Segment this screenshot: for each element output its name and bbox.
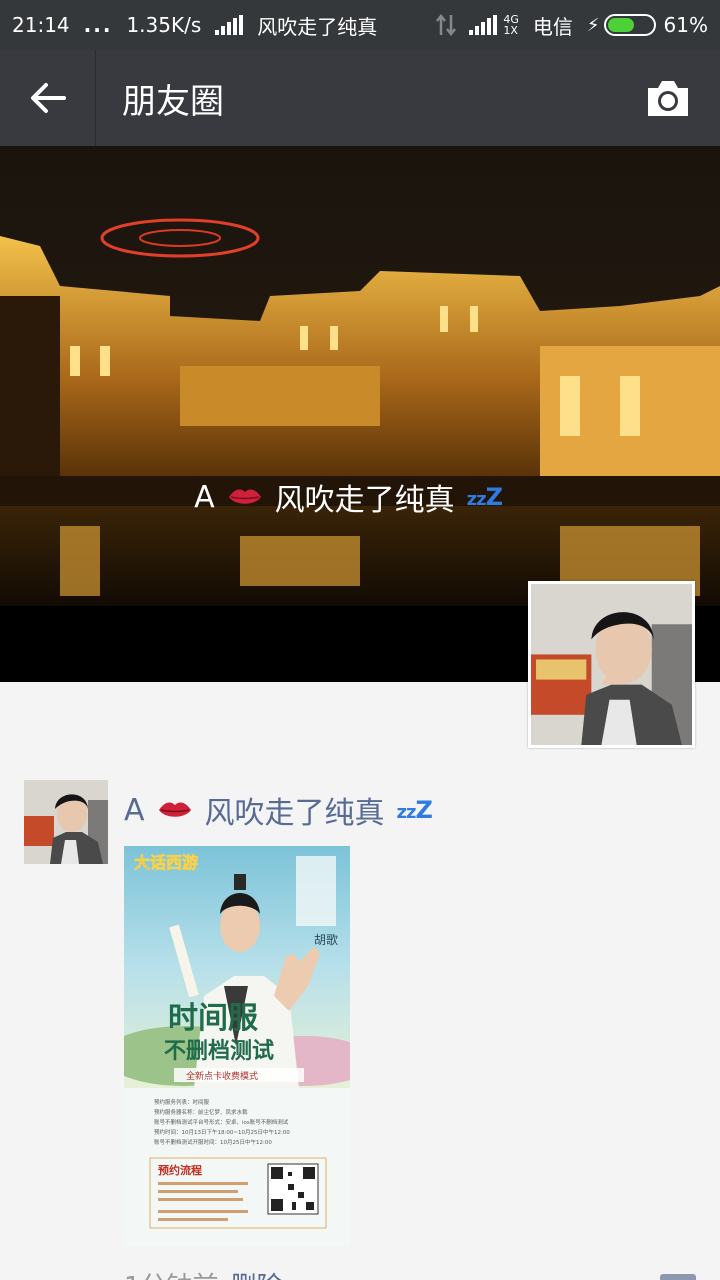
poster-endorser: 胡歌 xyxy=(314,932,338,947)
network-type: 4G 1X xyxy=(503,13,519,37)
profile-avatar[interactable] xyxy=(528,581,695,748)
poster-detail-line: 账号不删档测试平台号形式：安卓、ios账号不删档测试 xyxy=(154,1118,289,1126)
battery-icon xyxy=(603,14,656,36)
poster-subheadline: 不删档测试 xyxy=(164,1039,274,1064)
camera-icon[interactable] xyxy=(644,76,692,120)
sleep-zzz-icon: zzZ xyxy=(396,796,433,824)
back-button[interactable] xyxy=(0,50,96,146)
status-carrier: 电信 xyxy=(532,14,573,39)
sleep-zzz-icon: zzZ xyxy=(466,483,503,511)
battery-percent: 61% xyxy=(663,13,708,37)
poster-headline: 时间服 xyxy=(168,1001,259,1036)
post-username[interactable]: A 风吹走了纯真 zzZ xyxy=(124,788,433,832)
post-time: 1分钟前 xyxy=(124,1272,219,1280)
lips-icon xyxy=(158,802,191,817)
status-bar: 21:14 ... 1.35K/s 风吹走了纯真 4G 1X 电信 ⚡ 61% xyxy=(0,0,720,50)
poster-game-logo: 大话西游 xyxy=(134,853,198,872)
post-image-poster[interactable]: 胡歌 大话西游 时间服 不删档测试 全新点卡收费模式 预约服务列表：时间服 预约… xyxy=(124,846,350,1246)
post-footer: 1分钟前 删除 xyxy=(124,1266,720,1280)
status-time: 21:14 xyxy=(12,13,70,37)
poster-detail-line: 预约服务列表：时间服 xyxy=(154,1098,210,1106)
poster-artwork: 胡歌 大话西游 时间服 不删档测试 全新点卡收费模式 预约服务列表：时间服 预约… xyxy=(124,846,350,1246)
back-arrow-icon xyxy=(30,83,66,113)
poster-detail-line: 预约时间：10月13日下午18:00~10月25日中午12:00 xyxy=(154,1128,290,1136)
page-title: 朋友圈 xyxy=(122,81,224,122)
cover-photo[interactable] xyxy=(0,146,720,606)
lips-icon xyxy=(228,489,261,504)
poster-detail-line: 预约服务器名称：前尘忆梦、凤求水裁 xyxy=(154,1108,248,1116)
cell-signal-icon xyxy=(469,15,498,35)
poster-detail-line: 账号不删档测试开服时间：10月25日中午12:00 xyxy=(154,1138,272,1146)
cover-username[interactable]: A 风吹走了纯真 zzZ xyxy=(194,475,503,519)
post-avatar[interactable] xyxy=(24,780,108,864)
status-network-name: 风吹走了纯真 xyxy=(257,14,378,39)
poster-banner: 全新点卡收费模式 xyxy=(186,1070,258,1082)
charging-bolt-icon: ⚡ xyxy=(586,14,600,36)
poster-process-title: 预约流程 xyxy=(158,1163,202,1177)
status-network-speed: 1.35K/s xyxy=(126,13,202,37)
title-bar: 朋友圈 xyxy=(0,50,720,146)
delete-link[interactable]: 删除 xyxy=(231,1272,283,1280)
comment-icon[interactable] xyxy=(660,1274,696,1280)
status-notification-dots: ... xyxy=(83,13,113,37)
wifi-signal-icon xyxy=(215,15,244,35)
data-transfer-icon xyxy=(436,13,457,37)
